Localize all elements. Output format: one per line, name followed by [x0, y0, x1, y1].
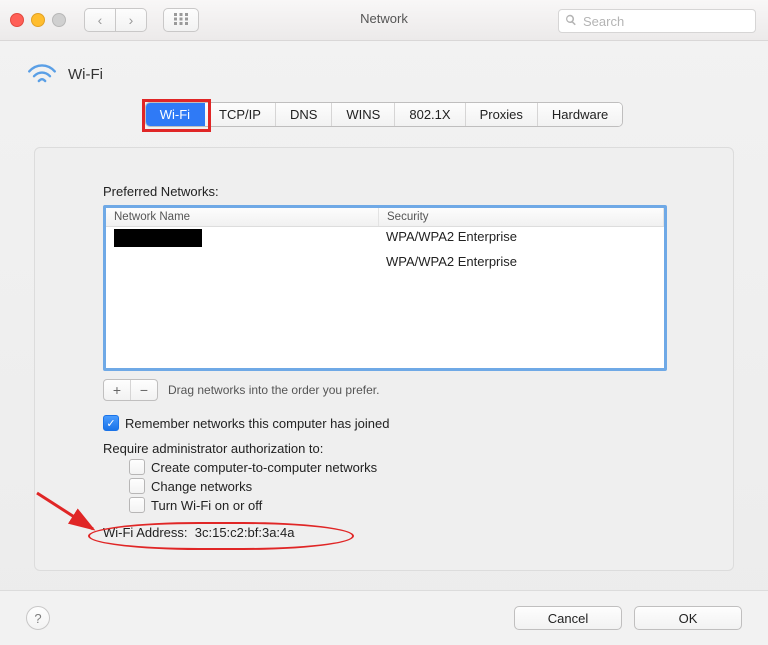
admin-option-checkbox[interactable] [129, 478, 145, 494]
preferred-networks-table[interactable]: Network Name Security WPA/WPA2 Enterpris… [103, 205, 667, 371]
interface-title: Wi-Fi [68, 66, 103, 83]
nav-buttons: ‹ › [84, 8, 147, 32]
tab-802-1x[interactable]: 802.1X [395, 103, 465, 126]
drag-hint: Drag networks into the order you prefer. [168, 383, 379, 397]
preferred-networks-label: Preferred Networks: [103, 184, 665, 199]
tab-dns[interactable]: DNS [276, 103, 332, 126]
search-input[interactable]: Search [558, 9, 756, 33]
grid-icon [174, 13, 188, 28]
tab-hardware[interactable]: Hardware [538, 103, 622, 126]
titlebar: ‹ › Network Search [0, 0, 768, 41]
remember-networks-checkbox[interactable] [103, 415, 119, 431]
table-header: Network Name Security [106, 208, 664, 227]
admin-option-row[interactable]: Create computer-to-computer networks [129, 459, 665, 475]
cell-security: WPA/WPA2 Enterprise [378, 227, 664, 252]
wifi-address-row: Wi-Fi Address: 3c:15:c2:bf:3a:4a [103, 525, 665, 540]
content-header: Wi-Fi [0, 41, 768, 98]
table-row[interactable]: WPA/WPA2 Enterprise [106, 227, 664, 252]
remove-network-button[interactable]: − [131, 380, 157, 400]
add-network-button[interactable]: + [104, 380, 131, 400]
tabs-bar: Wi-FiTCP/IPDNSWINS802.1XProxiesHardware [0, 102, 768, 127]
help-icon: ? [34, 611, 41, 626]
tab-wi-fi[interactable]: Wi-Fi [146, 103, 205, 126]
admin-option-row[interactable]: Turn Wi-Fi on or off [129, 497, 665, 513]
bottom-bar: ? Cancel OK [0, 590, 768, 645]
remember-networks-row[interactable]: Remember networks this computer has join… [103, 415, 665, 431]
close-window-button[interactable] [10, 13, 24, 27]
cancel-button[interactable]: Cancel [514, 606, 622, 630]
admin-option-label: Create computer-to-computer networks [151, 460, 377, 475]
minimize-window-button[interactable] [31, 13, 45, 27]
column-header-name[interactable]: Network Name [106, 208, 379, 226]
admin-option-checkbox[interactable] [129, 497, 145, 513]
table-row[interactable]: WPA/WPA2 Enterprise [106, 252, 664, 271]
network-prefs-window: ‹ › Network Search Wi-Fi Wi-FiTCP/IPDNSW… [0, 0, 768, 645]
search-placeholder: Search [583, 14, 624, 29]
chevron-right-icon: › [129, 12, 134, 28]
admin-option-label: Turn Wi-Fi on or off [151, 498, 262, 513]
tab-tcp-ip[interactable]: TCP/IP [205, 103, 276, 126]
redacted-network-name [114, 229, 202, 247]
plus-icon: + [113, 382, 121, 398]
zoom-window-button[interactable] [52, 13, 66, 27]
window-controls [10, 13, 66, 27]
wifi-icon [26, 59, 58, 90]
admin-option-checkbox[interactable] [129, 459, 145, 475]
cell-name [106, 227, 378, 252]
show-all-button[interactable] [163, 8, 199, 32]
admin-option-row[interactable]: Change networks [129, 478, 665, 494]
cell-security: WPA/WPA2 Enterprise [378, 252, 664, 271]
wifi-address-value: 3c:15:c2:bf:3a:4a [195, 525, 295, 540]
remember-networks-label: Remember networks this computer has join… [125, 416, 389, 431]
tab-wins[interactable]: WINS [332, 103, 395, 126]
add-remove-bar: + − Drag networks into the order you pre… [103, 379, 665, 401]
require-admin-label: Require administrator authorization to: [103, 441, 665, 456]
forward-button[interactable]: › [115, 8, 147, 32]
ok-button[interactable]: OK [634, 606, 742, 630]
column-header-security[interactable]: Security [379, 208, 664, 226]
help-button[interactable]: ? [26, 606, 50, 630]
chevron-left-icon: ‹ [98, 12, 103, 28]
admin-option-label: Change networks [151, 479, 252, 494]
minus-icon: − [140, 382, 148, 398]
cell-name [106, 252, 378, 271]
tab-proxies[interactable]: Proxies [466, 103, 538, 126]
back-button[interactable]: ‹ [84, 8, 115, 32]
wifi-address-label: Wi-Fi Address: [103, 525, 188, 540]
search-icon [565, 14, 577, 29]
wifi-settings-panel: Preferred Networks: Network Name Securit… [34, 147, 734, 571]
